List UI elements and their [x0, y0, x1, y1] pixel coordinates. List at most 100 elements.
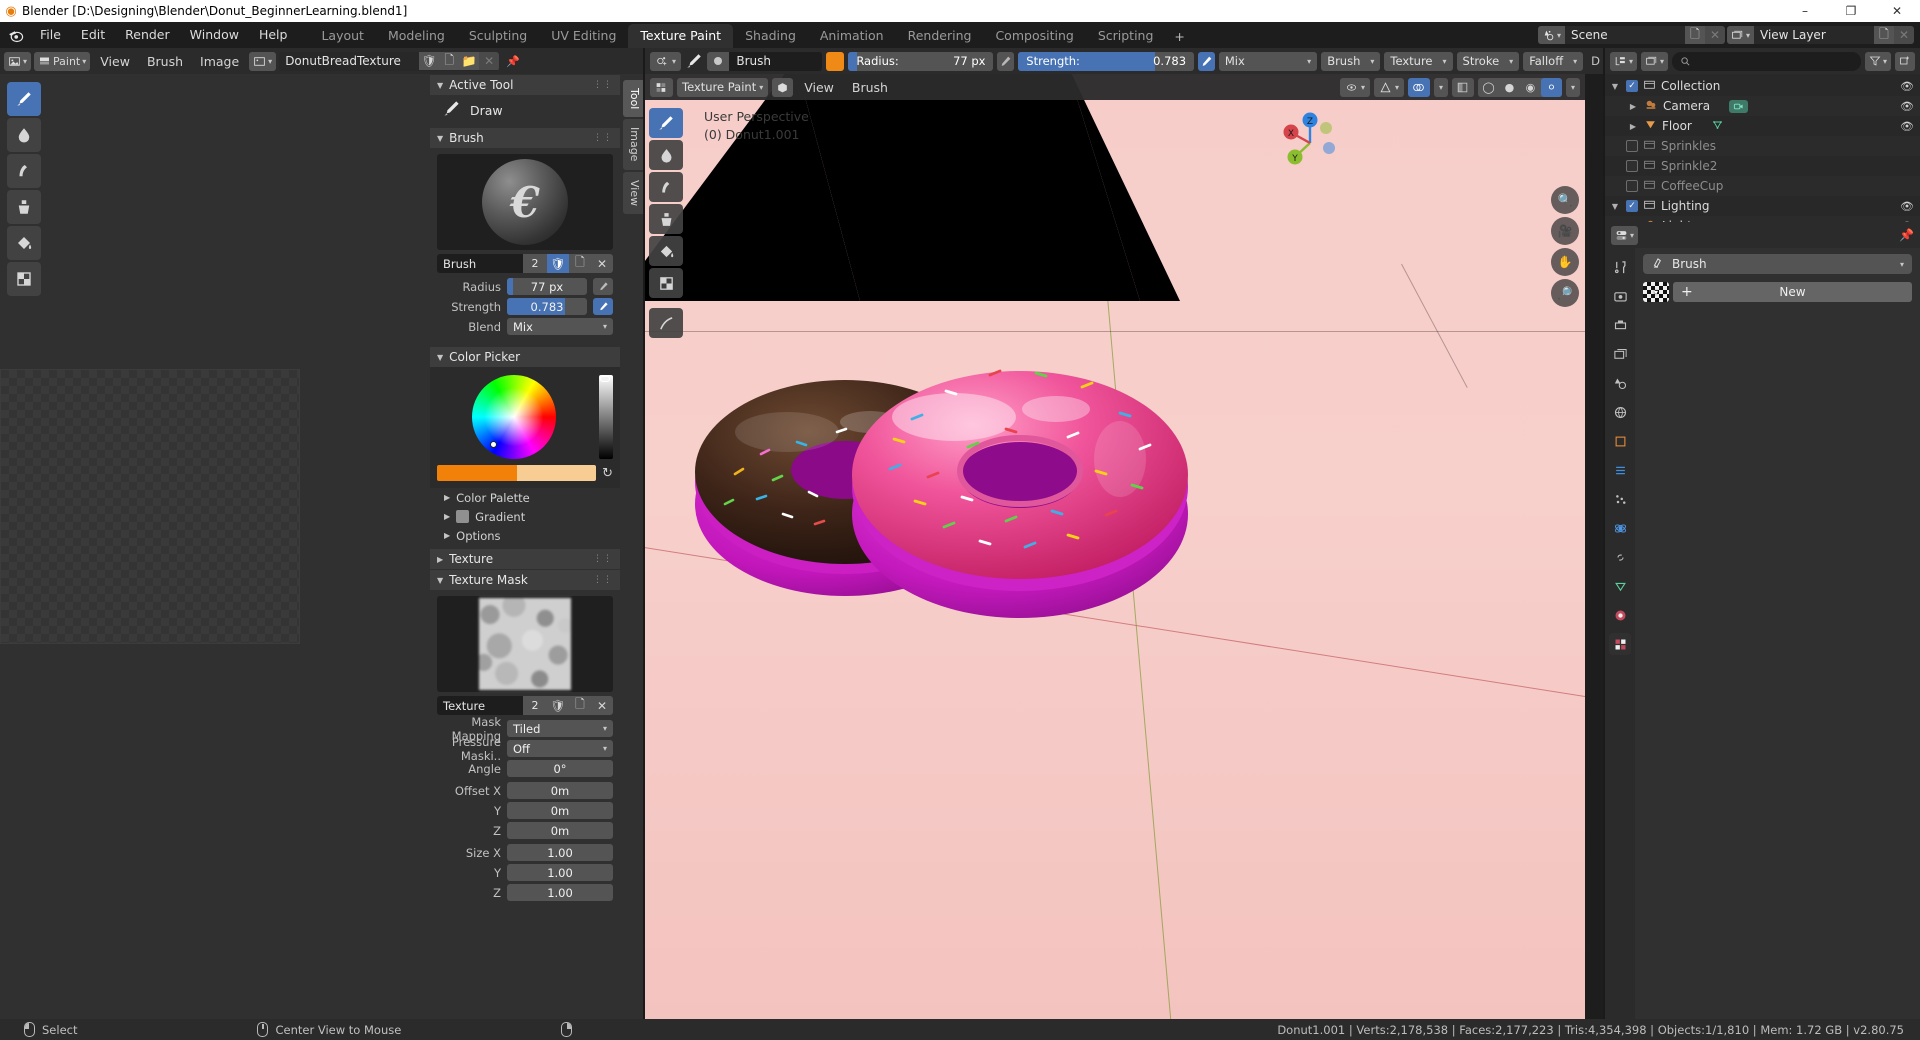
image-editor-type-button[interactable]: ▾ [4, 51, 32, 71]
magnify-icon[interactable]: 🔎 [1551, 279, 1579, 307]
color-wheel-cursor[interactable] [490, 440, 498, 448]
radius-slider[interactable]: Radius: 77 px [848, 51, 994, 71]
brush-blend-row[interactable]: Blend Mix ▾ [437, 318, 613, 335]
vp-draw-tool-icon[interactable] [649, 108, 683, 138]
menu-render[interactable]: Render [115, 24, 180, 46]
collection-checkbox[interactable]: ✓ [1626, 80, 1638, 92]
brush-color-swatch[interactable] [825, 51, 845, 71]
viewlayer-copy-button[interactable]: 🗋 [1874, 26, 1894, 44]
offset-y-row[interactable]: Y 0m [437, 802, 613, 819]
offset-z-field[interactable]: 0m [507, 822, 613, 839]
viewport-menu-brush[interactable]: Brush [845, 77, 895, 98]
blender-logo-icon[interactable] [0, 22, 30, 48]
outliner-row-camera[interactable]: ▶ Camera 👁 [1605, 96, 1920, 116]
vp-clone-tool-icon[interactable] [649, 204, 683, 234]
collection-checkbox[interactable] [1626, 160, 1638, 172]
data-tab-icon[interactable] [1609, 575, 1631, 597]
tool-tab-icon[interactable] [1609, 256, 1631, 278]
maximize-button[interactable]: ❐ [1828, 0, 1874, 22]
render-tab-icon[interactable] [1609, 285, 1631, 307]
color-picker-panel-header[interactable]: ▼ Color Picker [430, 347, 620, 367]
scene-tab-icon[interactable] [1609, 372, 1631, 394]
eye-icon[interactable]: 👁 [1900, 80, 1914, 93]
tab-animation[interactable]: Animation [808, 24, 896, 48]
size-x-row[interactable]: Size X 1.00 [437, 844, 613, 861]
draw-tool-icon[interactable] [7, 82, 41, 116]
sidebar-vtab-image[interactable]: Image [623, 119, 645, 170]
outliner-row-floor[interactable]: ▶ Floor 👁 [1605, 116, 1920, 136]
tab-layout[interactable]: Layout [309, 24, 376, 48]
brush-strength-field[interactable]: 0.783 [507, 298, 587, 315]
brush-panel-header[interactable]: ▼ Brush ⋮⋮ [430, 128, 620, 148]
outliner-row-sprinkle2[interactable]: Sprinkle2 👁 [1605, 156, 1920, 176]
outliner-row-lighting[interactable]: ▼ ✓ Lighting 👁 [1605, 196, 1920, 216]
checker-icon[interactable]: ▾ [1643, 282, 1669, 302]
expand-triangle-icon[interactable]: ▼ [1609, 82, 1621, 91]
color-wheel[interactable] [472, 375, 556, 459]
shading-rendered-icon[interactable]: ⚪ [1540, 77, 1562, 97]
tab-scripting[interactable]: Scripting [1086, 24, 1166, 48]
menu-help[interactable]: Help [249, 24, 298, 46]
image-menu-brush[interactable]: Brush [140, 51, 190, 72]
soften-tool-icon[interactable] [7, 118, 41, 152]
offset-x-field[interactable]: 0m [507, 782, 613, 799]
brush-strength-row[interactable]: Strength 0.783 [437, 298, 613, 315]
new-collection-icon[interactable] [1895, 51, 1915, 71]
menu-edit[interactable]: Edit [71, 24, 115, 46]
smear-tool-icon[interactable] [7, 154, 41, 188]
brush-id-row[interactable]: Brush 2 🛡 🗋 ✕ [437, 254, 613, 273]
camera-data-icon[interactable] [1729, 99, 1749, 113]
hand-icon[interactable]: ✋ [1551, 248, 1579, 276]
texture-mask-users-count[interactable]: 2 [523, 696, 547, 715]
stroke-popover[interactable]: Stroke ▾ [1456, 51, 1520, 71]
viewport-shading-dropdown[interactable]: ▾ [1565, 77, 1580, 97]
texture-mask-unlink-icon[interactable]: ✕ [591, 696, 613, 715]
brush-radius-pressure-icon[interactable] [593, 278, 613, 295]
add-workspace-button[interactable]: + [1165, 25, 1193, 48]
brush-radius-field[interactable]: 77 px [507, 278, 587, 295]
properties-pin-icon[interactable]: 📌 [1899, 228, 1914, 242]
brush-strength-pressure-icon[interactable] [593, 298, 613, 315]
secondary-color-swatch[interactable] [516, 465, 597, 481]
zoom-icon[interactable]: 🔍 [1551, 186, 1579, 214]
expand-triangle-icon[interactable]: ▼ [1609, 202, 1621, 211]
strength-pressure-icon[interactable] [1198, 51, 1215, 71]
vp-annotate-tool-icon[interactable] [649, 308, 683, 338]
swap-colors-icon[interactable]: ↻ [602, 466, 613, 481]
subpanel-color-palette[interactable]: ▶ Color Palette [430, 488, 620, 507]
radius-pressure-icon[interactable] [997, 51, 1015, 71]
offset-x-row[interactable]: Offset X 0m [437, 782, 613, 799]
brush-falloff-icon[interactable]: ▾ [650, 51, 682, 71]
mask-mapping-dropdown[interactable]: Tiled ▾ [507, 720, 613, 737]
pressure-masking-row[interactable]: Pressure Maski.. Off ▾ [437, 735, 613, 763]
menu-window[interactable]: Window [180, 24, 249, 46]
texture-mask-name[interactable]: Texture [437, 696, 523, 715]
physics-tab-icon[interactable] [1609, 517, 1631, 539]
viewport-shading-icon[interactable] [772, 77, 794, 97]
brush-selector[interactable]: Brush [707, 51, 822, 71]
texture-mask-panel-header[interactable]: ▼ Texture Mask ⋮⋮ [430, 570, 620, 590]
image-pin-icon[interactable]: 📌 [502, 52, 524, 71]
texture-context-dropdown[interactable]: Brush ▾ [1643, 254, 1912, 274]
outliner-label-collection[interactable]: Collection [1661, 79, 1720, 93]
texture-mask-preview[interactable] [437, 596, 613, 692]
collection-checkbox[interactable] [1626, 180, 1638, 192]
collection-checkbox[interactable]: ✓ [1626, 200, 1638, 212]
size-z-field[interactable]: 1.00 [507, 884, 613, 901]
texture-popover[interactable]: Texture ▾ [1384, 51, 1453, 71]
texture-tab-icon[interactable] [1609, 633, 1631, 655]
scene-name[interactable]: Scene [1565, 26, 1685, 44]
texture-mask-copy-icon[interactable]: 🗋 [569, 696, 591, 715]
material-tab-icon[interactable] [1609, 604, 1631, 626]
shading-solid-icon[interactable]: ● [1499, 78, 1520, 97]
brush-id-name[interactable]: Brush [437, 254, 523, 273]
outliner-row-sprinkles[interactable]: Sprinkles 👁 [1605, 136, 1920, 156]
viewport-xray-toggle[interactable] [1451, 77, 1474, 97]
camera-icon[interactable]: 🎥 [1551, 217, 1579, 245]
fill-tool-icon[interactable] [7, 226, 41, 260]
expand-triangle-icon[interactable]: ▶ [1627, 102, 1639, 111]
tab-shading[interactable]: Shading [733, 24, 808, 48]
image-menu-image[interactable]: Image [193, 51, 246, 72]
object-tab-icon[interactable] [1609, 430, 1631, 452]
outliner-row-coffeecup[interactable]: CoffeeCup 👁 [1605, 176, 1920, 196]
